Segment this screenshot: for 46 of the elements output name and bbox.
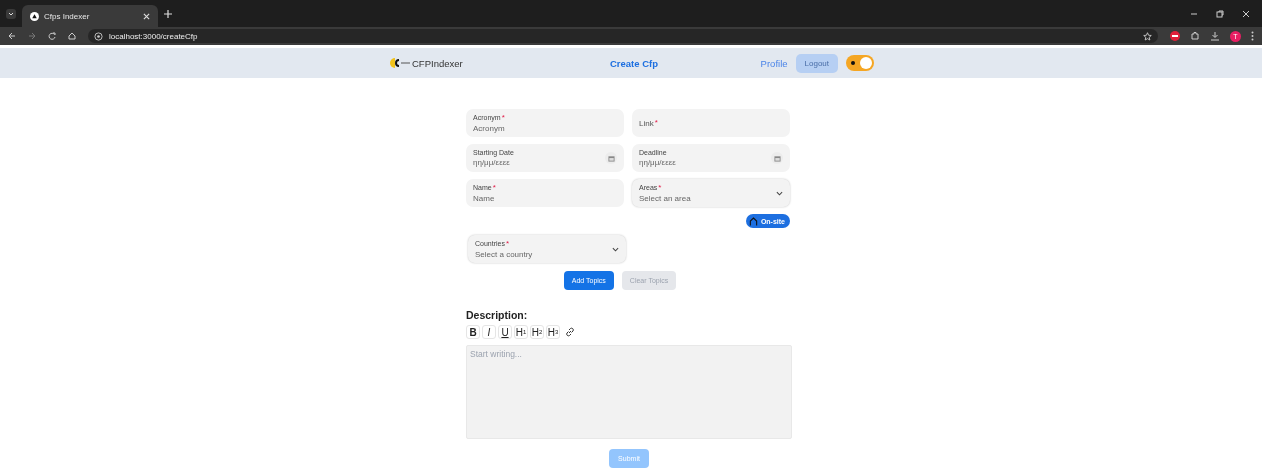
house-icon <box>748 216 758 226</box>
page-title: Create Cfp <box>610 57 659 69</box>
placeholder-text: ηη/μμ/εεεε <box>473 158 511 167</box>
browser-tab[interactable]: Cfps Indexer <box>22 5 158 27</box>
close-icon[interactable] <box>143 12 150 20</box>
theme-toggle[interactable] <box>846 55 874 71</box>
site-icon <box>30 11 39 21</box>
star-icon[interactable] <box>1143 31 1152 41</box>
new-tab-icon[interactable] <box>164 9 172 18</box>
reload-icon[interactable] <box>48 32 56 40</box>
tab-list-icon[interactable] <box>6 8 16 19</box>
bold-button[interactable]: B <box>466 325 480 339</box>
placeholder-text: Name <box>473 193 496 203</box>
home-icon[interactable] <box>68 32 76 40</box>
close-icon[interactable] <box>1242 9 1250 18</box>
chevron-down-icon[interactable] <box>776 190 783 196</box>
brand-name: CFPIndexer <box>412 57 463 69</box>
site-info-icon[interactable] <box>94 31 103 41</box>
calendar-icon[interactable] <box>607 154 615 162</box>
required-marker: * <box>654 118 658 127</box>
restore-icon[interactable] <box>1216 9 1224 18</box>
field-label: Link <box>639 118 654 128</box>
placeholder-text: Select a country <box>475 249 534 259</box>
extension-icon[interactable] <box>1170 31 1180 41</box>
sun-icon <box>850 60 856 66</box>
required-marker: * <box>505 239 510 248</box>
menu-icon[interactable] <box>1251 31 1254 41</box>
link-icon[interactable] <box>564 326 576 338</box>
required-marker: * <box>492 183 496 192</box>
section-heading: Description: <box>466 309 529 321</box>
placeholder-text: ηη/μμ/εεεε <box>639 158 677 167</box>
placeholder-text: Acronym <box>473 123 506 133</box>
description-editor[interactable]: Start writing... <box>466 345 792 439</box>
input-field[interactable]: Link* <box>632 109 790 137</box>
underline-button[interactable]: U <box>498 325 512 339</box>
download-icon[interactable] <box>1210 31 1220 41</box>
back-icon[interactable] <box>8 32 16 40</box>
address-bar[interactable]: localhost:3000/createCfp <box>88 29 1158 43</box>
chevron-down-icon[interactable] <box>612 246 619 252</box>
calendar-icon[interactable] <box>773 154 781 162</box>
italic-button[interactable]: I <box>482 325 496 339</box>
placeholder-text: Select an area <box>639 193 692 203</box>
forward-icon[interactable] <box>28 32 36 40</box>
logo-icon <box>390 58 410 68</box>
required-marker: * <box>501 113 505 122</box>
required-marker: * <box>658 183 662 192</box>
